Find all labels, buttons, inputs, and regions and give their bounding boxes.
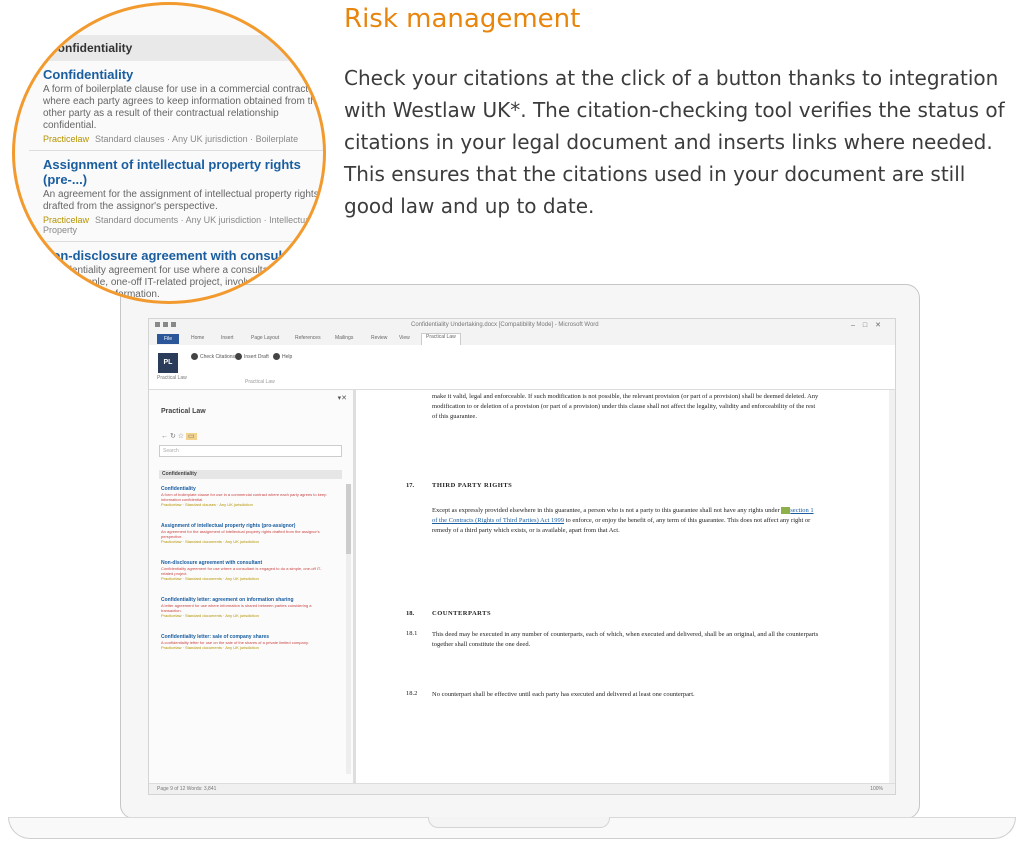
doc-paragraph: make it valid, legal and enforceable. If… (432, 393, 819, 420)
tab-file[interactable]: File (157, 334, 179, 344)
window-controls[interactable]: –□✕ (851, 321, 889, 329)
practical-law-icon[interactable]: PL (158, 353, 178, 373)
clause-number: 17. (406, 482, 415, 489)
tab-review[interactable]: Review (371, 335, 387, 341)
citation-marker-icon[interactable] (781, 507, 791, 515)
result-desc: A form of boilerplate clause for use in … (161, 492, 327, 502)
magnifier-item-meta: Practicelaw Standard documents · Any UK j… (43, 215, 323, 235)
result-desc: A letter agreement for use where informa… (161, 603, 312, 613)
magnifier-item-desc: A form of boilerplate clause for use in … (43, 84, 322, 131)
doc-paragraph: This deed may be executed in any number … (432, 631, 819, 648)
practical-law-pane: ▾✕ Practical Law ← ↻ ☆ ▭ Search Confiden… (149, 390, 356, 783)
result-meta: Practicelaw · Standard documents · Any U… (161, 576, 259, 581)
tab-references[interactable]: References (295, 335, 321, 341)
magnifier-item-tag: Practicelaw (43, 215, 90, 225)
clause-number: 18.1 (406, 630, 418, 637)
list-item[interactable]: Confidentiality letter: sale of company … (161, 634, 333, 650)
magnifier-item-meta-text: Standard clauses · Any UK jurisdiction ·… (95, 134, 299, 144)
clause-title: THIRD PARTY RIGHTS (432, 482, 513, 489)
pane-scrollbar[interactable] (346, 484, 351, 774)
clause-number: 18. (406, 610, 415, 617)
list-item[interactable]: Confidentiality letter: agreement on inf… (161, 597, 333, 618)
ribbon-group-label: Practical Law (245, 379, 275, 385)
draft-icon (235, 353, 242, 360)
insert-draft-label: Insert Draft (244, 353, 269, 360)
doc-paragraph: No counterpart shall be effective until … (432, 691, 695, 698)
list-item[interactable]: Non-disclosure agreement with consultant… (161, 560, 333, 581)
tab-view[interactable]: View (399, 335, 410, 341)
result-meta: Practicelaw · Standard clauses · Any UK … (161, 502, 253, 507)
save-icon[interactable] (155, 322, 160, 327)
pane-scroll-thumb[interactable] (346, 484, 351, 554)
document-area[interactable]: make it valid, legal and enforceable. If… (356, 390, 895, 783)
magnifier-header: Confidentiality (15, 35, 323, 61)
tab-insert[interactable]: Insert (221, 335, 234, 341)
result-meta: Practicelaw · Standard documents · Any U… (161, 539, 259, 544)
section-body: Check your citations at the click of a b… (344, 66, 1005, 218)
magnifier-item-title[interactable]: Non-disclosure agreement with consultant (43, 248, 323, 263)
pane-title: Practical Law (161, 408, 206, 415)
practical-law-label: Practical Law (157, 375, 187, 381)
ribbon: PL Practical Law Check Citations Insert … (149, 345, 895, 390)
pane-section-header: Confidentiality (159, 470, 342, 479)
clause-title: COUNTERPARTS (432, 610, 492, 617)
help-button[interactable]: Help (273, 353, 292, 360)
doc-paragraph: Except as expressly provided elsewhere i… (432, 506, 820, 536)
result-meta: Practicelaw · Standard documents · Any U… (161, 645, 259, 650)
status-left: Page 9 of 12 Words: 3,841 (157, 786, 217, 792)
magnifier-item[interactable]: Confidentiality A form of boilerplate cl… (29, 61, 323, 151)
check-citations-label: Check Citations (200, 353, 236, 360)
help-icon (273, 353, 280, 360)
section-heading: Risk management (344, 4, 581, 34)
close-icon[interactable]: ▾✕ (338, 394, 347, 402)
laptop-base-notch (428, 817, 610, 828)
magnifier-item-desc: Confidentiality agreement for use where … (43, 265, 326, 300)
magnifier-item-desc: An agreement for the assignment of intel… (43, 189, 319, 212)
redo-icon[interactable] (171, 322, 176, 327)
result-desc: An agreement for the assignment of intel… (161, 529, 320, 539)
list-item[interactable]: Assignment of intellectual property righ… (161, 523, 333, 544)
citation-icon (191, 353, 198, 360)
clause-number: 18.2 (406, 690, 418, 697)
clause-text: Except as expressly provided elsewhere i… (432, 507, 780, 514)
list-item[interactable]: Confidentiality A form of boilerplate cla… (161, 486, 333, 507)
quick-access-toolbar[interactable] (155, 322, 205, 329)
document-scrollbar[interactable] (889, 390, 895, 783)
magnifier-item[interactable]: Assignment of intellectual property righ… (29, 151, 323, 242)
refresh-icon[interactable]: ↻ (170, 433, 176, 440)
insert-draft-button[interactable]: Insert Draft (235, 353, 269, 360)
result-desc: Confidentiality agreement for use where … (161, 566, 322, 576)
pane-toolbar: ← ↻ ☆ ▭ (161, 432, 197, 440)
status-bar: Page 9 of 12 Words: 3,841 100% (149, 783, 895, 794)
magnifier-item-title[interactable]: Assignment of intellectual property righ… (43, 157, 323, 187)
window-title: Confidentiality Undertaking.docx [Compat… (411, 322, 599, 328)
magnifier-item[interactable]: Non-disclosure agreement with consultant… (29, 242, 326, 301)
check-citations-button[interactable]: Check Citations (191, 353, 235, 360)
word-title-bar: Confidentiality Undertaking.docx [Compat… (149, 319, 895, 333)
result-meta: Practicelaw · Standard documents · Any U… (161, 613, 259, 618)
laptop-screen: Confidentiality Undertaking.docx [Compat… (148, 318, 896, 795)
tab-page-layout[interactable]: Page Layout (251, 335, 279, 341)
tab-home[interactable]: Home (191, 335, 204, 341)
pane-results-list: Confidentiality A form of boilerplate cla… (161, 486, 333, 666)
magnifier-item-tag: Practicelaw (43, 134, 90, 144)
star-icon[interactable]: ☆ (178, 433, 184, 440)
back-icon[interactable]: ← (161, 433, 168, 440)
tab-mailings[interactable]: Mailings (335, 335, 353, 341)
pane-search-input[interactable]: Search (159, 445, 342, 457)
magnifier-callout: Confidentiality Confidentiality A form o… (12, 2, 326, 304)
undo-icon[interactable] (163, 322, 168, 327)
magnifier-item-title[interactable]: Confidentiality (43, 67, 323, 82)
magnifier-item-meta: Practicelaw Standard clauses · Any UK jur… (43, 134, 323, 144)
ribbon-tabs: File Home Insert Page Layout References … (149, 333, 895, 346)
help-label: Help (282, 353, 293, 360)
folder-icon[interactable]: ▭ (186, 433, 197, 440)
zoom-level[interactable]: 100% (870, 786, 883, 792)
